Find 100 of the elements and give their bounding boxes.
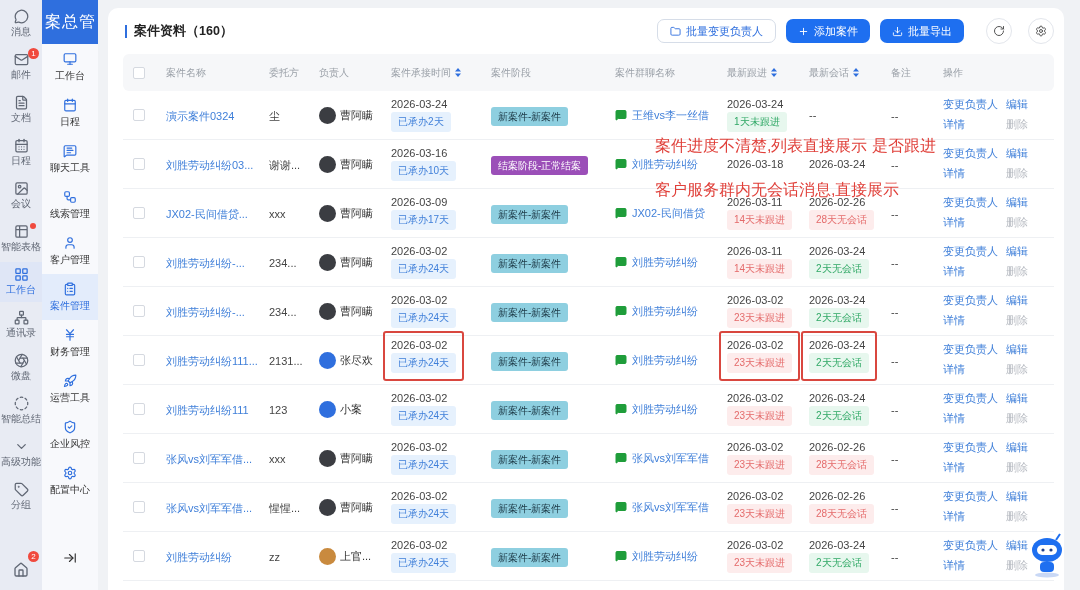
row-action-link[interactable]: 变更负责人	[943, 441, 998, 455]
chat-icon	[615, 550, 627, 562]
rail-item[interactable]: 高级功能	[0, 434, 42, 474]
group-chat-link[interactable]: JX02-民间借贷	[632, 205, 705, 221]
row-action-link[interactable]: 详情	[943, 461, 998, 475]
row-action-link[interactable]: 变更负责人	[943, 196, 998, 210]
rail-item[interactable]: 微盘	[0, 348, 42, 388]
home-button[interactable]: 2	[0, 550, 42, 590]
row-action-link[interactable]: 编辑	[1006, 196, 1028, 210]
checkbox[interactable]	[133, 256, 145, 268]
row-action-link[interactable]: 详情	[943, 265, 998, 279]
nav-item[interactable]: 企业风控	[42, 412, 98, 458]
checkbox[interactable]	[133, 550, 145, 562]
rail-item[interactable]: 工作台	[0, 262, 42, 302]
case-name-link[interactable]: 张风vs刘军军借...	[166, 502, 253, 514]
row-action-link[interactable]: 编辑	[1006, 490, 1028, 504]
date-text: 2026-03-02	[727, 392, 784, 404]
action-button[interactable]: 批量变更负责人	[657, 19, 776, 43]
checkbox[interactable]	[133, 158, 145, 170]
rail-item[interactable]: 消息	[0, 4, 42, 44]
case-name-link[interactable]: 刘胜劳动纠纷-...	[166, 306, 245, 318]
checkbox[interactable]	[133, 452, 145, 464]
group-chat-link[interactable]: 刘胜劳动纠纷	[632, 548, 698, 564]
nav-item[interactable]: 案件管理	[42, 274, 98, 320]
checkbox[interactable]	[133, 207, 145, 219]
checkbox[interactable]	[133, 109, 145, 121]
nav-item[interactable]: 配置中心	[42, 458, 98, 504]
group-chat-link[interactable]: 刘胜劳动纠纷	[632, 303, 698, 319]
rail-item[interactable]: 智能总结	[0, 391, 42, 431]
case-name-link[interactable]: 刘胜劳动纠纷111...	[166, 355, 258, 367]
checkbox[interactable]	[133, 354, 145, 366]
group-chat-link[interactable]: 王维vs李一丝借	[632, 107, 709, 123]
case-name-link[interactable]: 刘胜劳动纠纷-...	[166, 257, 245, 269]
row-action-link[interactable]: 编辑	[1006, 392, 1028, 406]
refresh-button[interactable]	[986, 18, 1012, 44]
row-action-link[interactable]: 详情	[943, 314, 998, 328]
row-action-link[interactable]: 编辑	[1006, 343, 1028, 357]
row-action-link[interactable]: 编辑	[1006, 294, 1028, 308]
row-action-link[interactable]: 编辑	[1006, 147, 1028, 161]
group-chat-link[interactable]: 刘胜劳动纠纷	[632, 156, 698, 172]
rail-item[interactable]: 分组	[0, 477, 42, 517]
checkbox[interactable]	[133, 501, 145, 513]
case-name-link[interactable]: 刘胜劳动纠纷	[166, 551, 232, 563]
action-button[interactable]: 添加案件	[786, 19, 870, 43]
case-name-link[interactable]: 演示案件0324	[166, 110, 235, 122]
owner-name: 曹阿瞒	[340, 254, 373, 270]
case-name-link[interactable]: 刘胜劳动纠纷03...	[166, 159, 254, 171]
row-action-link[interactable]: 变更负责人	[943, 245, 998, 259]
row-action-link[interactable]: 详情	[943, 559, 998, 573]
nav-item[interactable]: 客户管理	[42, 228, 98, 274]
checkbox[interactable]	[133, 403, 145, 415]
sort-icon[interactable]	[853, 68, 859, 77]
collapse-icon[interactable]	[63, 551, 77, 565]
avatar	[319, 351, 336, 369]
nav-item[interactable]: 聊天工具	[42, 136, 98, 182]
rail-item[interactable]: 智能表格	[0, 219, 42, 259]
action-button[interactable]: 批量导出	[880, 19, 964, 43]
row-action-link[interactable]: 变更负责人	[943, 147, 998, 161]
row-action-link[interactable]: 编辑	[1006, 539, 1028, 553]
row-action-link[interactable]: 编辑	[1006, 441, 1028, 455]
nav-item[interactable]: 线索管理	[42, 182, 98, 228]
rail-item[interactable]: 会议	[0, 176, 42, 216]
group-chat-link[interactable]: 张风vs刘军军借	[632, 499, 709, 515]
checkbox[interactable]	[133, 66, 145, 79]
sort-icon[interactable]	[455, 68, 461, 77]
row-action-link[interactable]: 变更负责人	[943, 294, 998, 308]
status-tag: 已承办17天	[391, 210, 457, 230]
case-name-link[interactable]: JX02-民间借贷...	[166, 208, 248, 220]
row-action-link[interactable]: 变更负责人	[943, 490, 998, 504]
group-chat-link[interactable]: 刘胜劳动纠纷	[632, 254, 698, 270]
settings-button[interactable]	[1028, 18, 1054, 44]
row-action-link[interactable]: 编辑	[1006, 98, 1028, 112]
row-action-link[interactable]: 变更负责人	[943, 98, 998, 112]
row-action-link[interactable]: 详情	[943, 216, 998, 230]
date-text: 2026-03-16	[391, 147, 448, 159]
row-action-link[interactable]: 变更负责人	[943, 539, 998, 553]
row-action-link[interactable]: 详情	[943, 167, 998, 181]
row-action-link[interactable]: 编辑	[1006, 245, 1028, 259]
rail-item[interactable]: 邮件 1	[0, 47, 42, 87]
row-action-link[interactable]: 详情	[943, 363, 998, 377]
checkbox[interactable]	[133, 305, 145, 317]
sort-icon[interactable]	[771, 68, 777, 77]
row-action-link[interactable]: 变更负责人	[943, 343, 998, 357]
nav-item[interactable]: 运营工具	[42, 366, 98, 412]
group-chat-link[interactable]: 刘胜劳动纠纷	[632, 352, 698, 368]
nav-item[interactable]: 工作台	[42, 44, 98, 90]
row-action-link[interactable]: 变更负责人	[943, 392, 998, 406]
rail-item[interactable]: 文档	[0, 90, 42, 130]
rail-item[interactable]: 通讯录	[0, 305, 42, 345]
group-chat-link[interactable]: 刘胜劳动纠纷	[632, 401, 698, 417]
rail-item[interactable]: 日程	[0, 133, 42, 173]
case-name-link[interactable]: 张风vs刘军军借...	[166, 453, 253, 465]
nav-item[interactable]: 日程	[42, 90, 98, 136]
group-chat-link[interactable]: 张风vs刘军军借	[632, 450, 709, 466]
case-name-link[interactable]: 刘胜劳动纠纷111	[166, 404, 249, 416]
row-action-link[interactable]: 详情	[943, 118, 998, 132]
status-tag: 14天未跟进	[727, 259, 793, 279]
row-action-link[interactable]: 详情	[943, 412, 998, 426]
nav-item[interactable]: 财务管理	[42, 320, 98, 366]
row-action-link[interactable]: 详情	[943, 510, 998, 524]
